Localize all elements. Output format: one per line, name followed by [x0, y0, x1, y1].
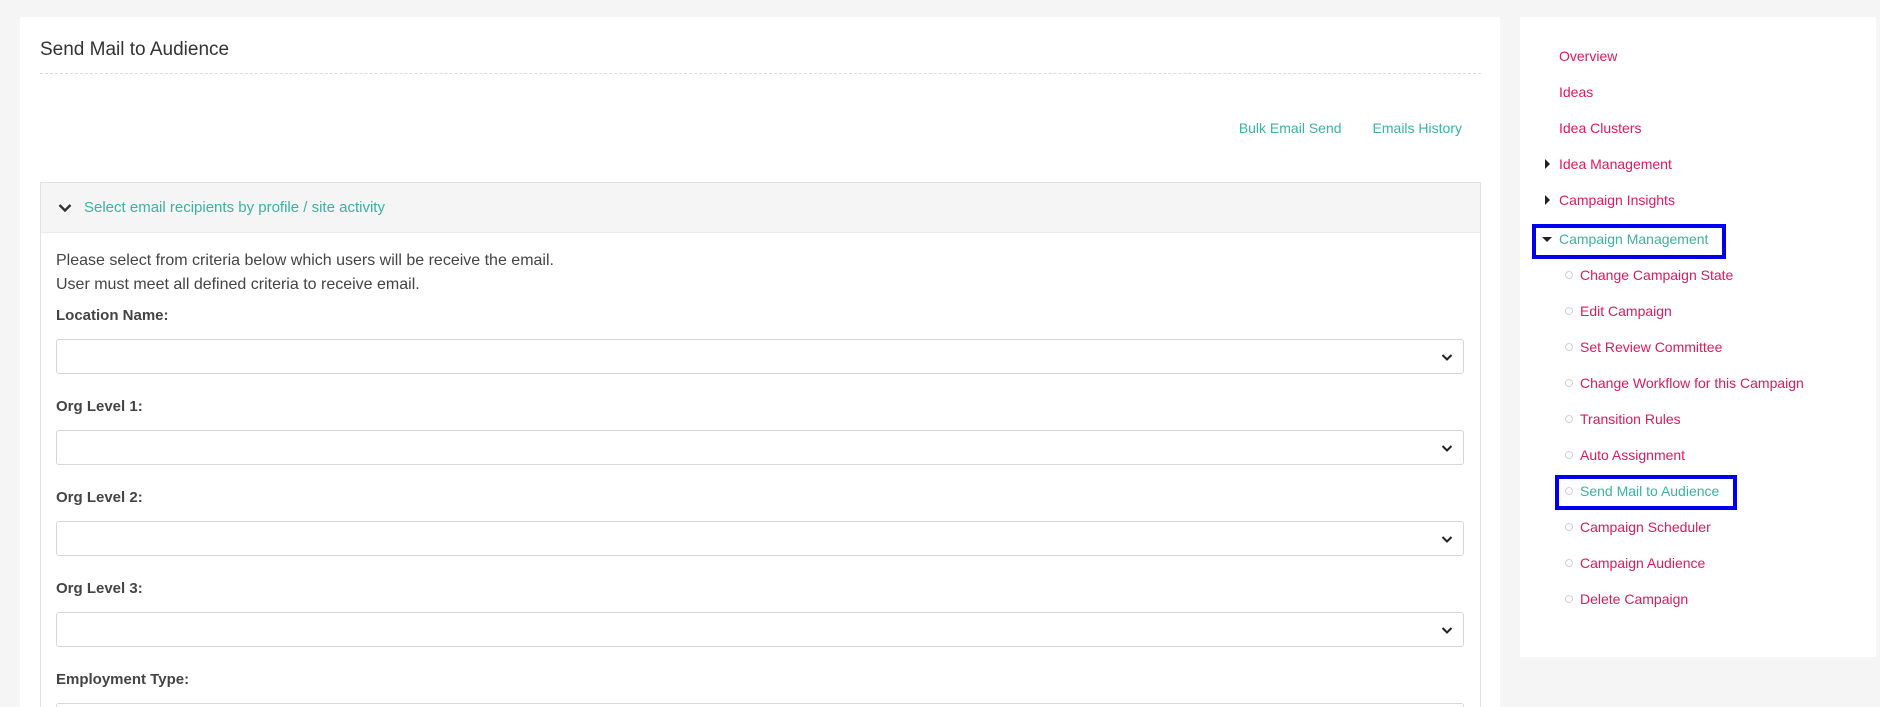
circle-bullet-icon [1565, 523, 1573, 531]
title-divider [40, 73, 1481, 74]
emails-history-link[interactable]: Emails History [1373, 120, 1462, 136]
caret-right-icon [1544, 159, 1551, 169]
sidebar-subitem-label: Campaign Scheduler [1580, 519, 1711, 535]
campaign-sidebar: Overview Ideas Idea Clusters Idea Manage… [1520, 17, 1876, 657]
sidebar-item-overview[interactable]: Overview [1559, 48, 1617, 64]
circle-bullet-icon [1565, 451, 1573, 459]
org-level-2-field: Org Level 2: [56, 489, 1465, 556]
circle-bullet-icon [1565, 559, 1573, 567]
sidebar-item-idea-clusters[interactable]: Idea Clusters [1559, 120, 1641, 136]
chevron-down-icon [1441, 622, 1453, 643]
sidebar-subitem-campaign-scheduler[interactable]: Campaign Scheduler [1565, 519, 1711, 535]
main-card: Send Mail to Audience Bulk Email Send Em… [20, 17, 1500, 707]
sidebar-subitem-change-workflow[interactable]: Change Workflow for this Campaign [1565, 375, 1804, 391]
org-level-3-label: Org Level 3: [56, 580, 143, 597]
sidebar-subitem-transition-rules[interactable]: Transition Rules [1565, 411, 1681, 427]
sidebar-subitem-edit-campaign[interactable]: Edit Campaign [1565, 303, 1672, 319]
location-name-select[interactable] [56, 339, 1464, 374]
chevron-down-icon [1441, 440, 1453, 461]
sidebar-item-campaign-insights[interactable]: Campaign Insights [1559, 192, 1675, 208]
org-level-3-field: Org Level 3: [56, 580, 1465, 647]
top-links: Bulk Email Send Emails History [1239, 120, 1462, 136]
circle-bullet-icon [1565, 415, 1573, 423]
org-level-1-select[interactable] [56, 430, 1464, 465]
circle-bullet-icon [1565, 343, 1573, 351]
employment-type-select[interactable] [56, 703, 1464, 707]
org-level-3-select[interactable] [56, 612, 1464, 647]
sidebar-subitem-label: Auto Assignment [1580, 447, 1686, 463]
bulk-email-send-link[interactable]: Bulk Email Send [1239, 120, 1342, 136]
sidebar-subitem-set-review-committee[interactable]: Set Review Committee [1565, 339, 1723, 355]
sidebar-subitem-label: Edit Campaign [1580, 303, 1672, 319]
sidebar-subitem-label: Send Mail to Audience [1580, 483, 1720, 499]
sidebar-subitem-delete-campaign[interactable]: Delete Campaign [1565, 591, 1689, 607]
intro-line-2: User must meet all defined criteria to r… [56, 276, 420, 293]
sidebar-subitem-label: Set Review Committee [1580, 339, 1723, 355]
recipients-panel-header[interactable]: Select email recipients by profile / sit… [41, 183, 1480, 233]
caret-down-icon [1542, 236, 1552, 243]
circle-bullet-icon [1565, 307, 1573, 315]
circle-bullet-icon [1565, 379, 1573, 387]
org-level-2-label: Org Level 2: [56, 489, 143, 506]
circle-bullet-icon [1565, 595, 1573, 603]
chevron-down-icon [1441, 349, 1453, 370]
sidebar-subitem-send-mail-to-audience[interactable]: Send Mail to Audience [1565, 483, 1720, 499]
org-level-1-field: Org Level 1: [56, 398, 1465, 465]
sidebar-item-idea-management[interactable]: Idea Management [1559, 156, 1672, 172]
recipients-panel-body: Please select from criteria below which … [41, 233, 1480, 707]
caret-right-icon [1544, 195, 1551, 205]
sidebar-subitem-label: Change Campaign State [1580, 267, 1734, 283]
org-level-1-label: Org Level 1: [56, 398, 143, 415]
recipients-panel: Select email recipients by profile / sit… [40, 182, 1481, 707]
sidebar-subitem-change-campaign-state[interactable]: Change Campaign State [1565, 267, 1734, 283]
intro-line-1: Please select from criteria below which … [56, 252, 554, 269]
sidebar-subitem-label: Delete Campaign [1580, 591, 1689, 607]
sidebar-subitem-campaign-audience[interactable]: Campaign Audience [1565, 555, 1706, 571]
sidebar-item-campaign-management[interactable]: Campaign Management [1559, 231, 1708, 247]
employment-type-label: Employment Type: [56, 671, 190, 688]
sidebar-item-ideas[interactable]: Ideas [1559, 84, 1593, 100]
sidebar-subitem-label: Campaign Audience [1580, 555, 1706, 571]
circle-bullet-icon [1565, 487, 1573, 495]
page-title: Send Mail to Audience [40, 39, 230, 60]
sidebar-subitem-label: Transition Rules [1580, 411, 1681, 427]
sidebar-subitem-label: Change Workflow for this Campaign [1580, 375, 1804, 391]
location-name-label: Location Name: [56, 307, 169, 324]
sidebar-subitem-auto-assignment[interactable]: Auto Assignment [1565, 447, 1686, 463]
chevron-down-icon [55, 198, 75, 218]
recipients-panel-title: Select email recipients by profile / sit… [84, 199, 385, 216]
circle-bullet-icon [1565, 271, 1573, 279]
chevron-down-icon [1441, 531, 1453, 552]
org-level-2-select[interactable] [56, 521, 1464, 556]
employment-type-field: Employment Type: [56, 671, 1465, 707]
location-name-field: Location Name: [56, 307, 1465, 374]
